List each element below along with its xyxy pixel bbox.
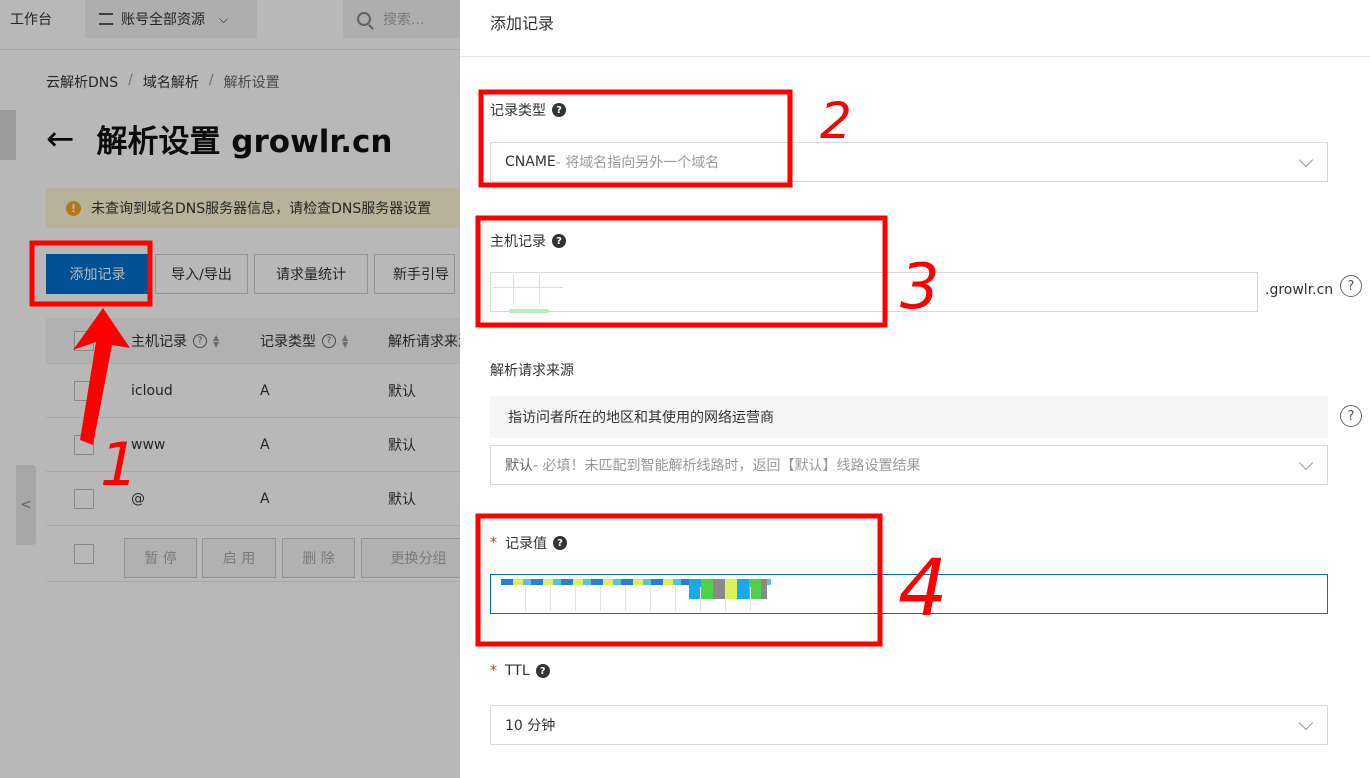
chevron-down-icon — [1298, 152, 1314, 168]
record-type-label: 记录类型 ? — [490, 100, 566, 120]
drawer-title: 添加记录 — [460, 0, 1370, 57]
modal-mask[interactable] — [0, 0, 460, 778]
line-description: 指访问者所在的地区和其使用的网络运营商 — [490, 396, 1328, 438]
host-record-label-text: 主机记录 — [490, 234, 546, 250]
help-icon[interactable]: ? — [1340, 405, 1362, 427]
add-record-drawer: 添加记录 记录类型 ? CNAME - 将域名指向另外一个域名 主机记录 ? .… — [460, 0, 1370, 778]
record-value-label-text: 记录值 — [505, 536, 547, 552]
host-record-label: 主机记录 ? — [490, 231, 566, 251]
required-mark: * — [490, 535, 497, 551]
line-value: 默认 — [505, 458, 533, 474]
masked-text — [509, 309, 549, 313]
masked-text — [501, 587, 771, 611]
chevron-down-icon — [1298, 715, 1314, 731]
domain-suffix: .growlr.cn — [1265, 282, 1334, 298]
masked-text — [513, 275, 514, 305]
help-icon[interactable]: ? — [535, 664, 550, 678]
ttl-label: * TTL ? — [490, 663, 550, 679]
line-hint: - 必填！未匹配到智能解析线路时，返回【默认】线路设置结果 — [533, 458, 921, 474]
help-icon[interactable]: ? — [552, 103, 566, 117]
record-value-input[interactable] — [490, 574, 1328, 614]
record-type-value: CNAME — [505, 154, 556, 170]
record-type-hint: - 将域名指向另外一个域名 — [555, 155, 720, 171]
masked-text — [493, 287, 563, 288]
line-label: 解析请求来源 — [490, 363, 574, 379]
line-select[interactable]: 默认 - 必填！未匹配到智能解析线路时，返回【默认】线路设置结果 — [490, 445, 1328, 485]
ttl-select[interactable]: 10 分钟 — [490, 705, 1328, 745]
record-type-label-text: 记录类型 — [490, 103, 546, 119]
help-icon[interactable]: ? — [1340, 275, 1362, 297]
ttl-value: 10 分钟 — [505, 718, 556, 734]
host-record-input[interactable] — [490, 272, 1258, 313]
ttl-label-text: TTL — [505, 663, 530, 679]
help-icon[interactable]: ? — [553, 536, 567, 550]
chevron-down-icon — [1298, 455, 1314, 471]
record-value-label: * 记录值 ? — [490, 533, 567, 553]
required-mark: * — [490, 663, 497, 679]
help-icon[interactable]: ? — [552, 234, 566, 248]
masked-text — [539, 275, 540, 305]
record-type-select[interactable]: CNAME - 将域名指向另外一个域名 — [490, 142, 1328, 182]
